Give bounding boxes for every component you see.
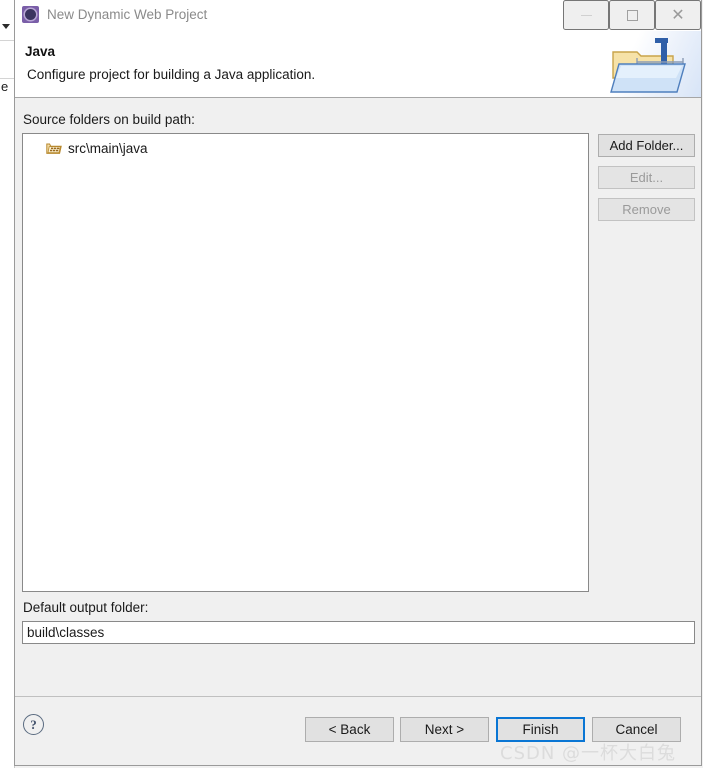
finish-button[interactable]: Finish bbox=[496, 717, 585, 742]
new-dynamic-web-project-dialog: New Dynamic Web Project ✕ Java Configure… bbox=[14, 0, 702, 766]
gear-icon bbox=[25, 9, 36, 20]
background-workbench-strip bbox=[0, 0, 15, 768]
close-icon: ✕ bbox=[671, 5, 685, 24]
package-folder-icon bbox=[46, 141, 62, 155]
default-output-folder-label: Default output folder: bbox=[23, 600, 149, 615]
maximize-icon bbox=[626, 9, 638, 21]
add-folder-button[interactable]: Add Folder... bbox=[598, 134, 695, 157]
page-description: Configure project for building a Java ap… bbox=[27, 67, 316, 82]
minimize-icon bbox=[580, 14, 592, 16]
cancel-button[interactable]: Cancel bbox=[592, 717, 681, 742]
wizard-banner bbox=[591, 31, 701, 97]
wizard-body: Source folders on build path: src\main\j… bbox=[15, 98, 701, 696]
dialog-titlebar: New Dynamic Web Project ✕ bbox=[15, 0, 701, 31]
dialog-title: New Dynamic Web Project bbox=[47, 7, 208, 22]
next-button[interactable]: Next > bbox=[400, 717, 489, 742]
java-folder-banner-icon bbox=[610, 38, 686, 93]
minimize-button[interactable] bbox=[563, 0, 609, 30]
help-icon[interactable]: ? bbox=[23, 714, 44, 735]
chevron-down-icon bbox=[2, 24, 10, 29]
background-divider bbox=[0, 40, 14, 41]
wizard-header: Java Configure project for building a Ja… bbox=[15, 31, 701, 98]
source-folders-list[interactable]: src\main\java bbox=[22, 133, 589, 592]
list-item[interactable]: src\main\java bbox=[23, 138, 588, 158]
back-button[interactable]: < Back bbox=[305, 717, 394, 742]
default-output-folder-input[interactable] bbox=[22, 621, 695, 644]
source-folder-path: src\main\java bbox=[68, 140, 148, 156]
maximize-button[interactable] bbox=[609, 0, 655, 30]
remove-button[interactable]: Remove bbox=[598, 198, 695, 221]
source-folders-label: Source folders on build path: bbox=[23, 112, 195, 127]
close-button[interactable]: ✕ bbox=[655, 0, 701, 30]
page-title: Java bbox=[25, 44, 56, 59]
eclipse-wizard-icon bbox=[22, 6, 39, 23]
edit-button[interactable]: Edit... bbox=[598, 166, 695, 189]
background-text-fragment: e bbox=[1, 79, 9, 94]
dialog-footer: ? < Back Next > Finish Cancel bbox=[15, 696, 701, 765]
